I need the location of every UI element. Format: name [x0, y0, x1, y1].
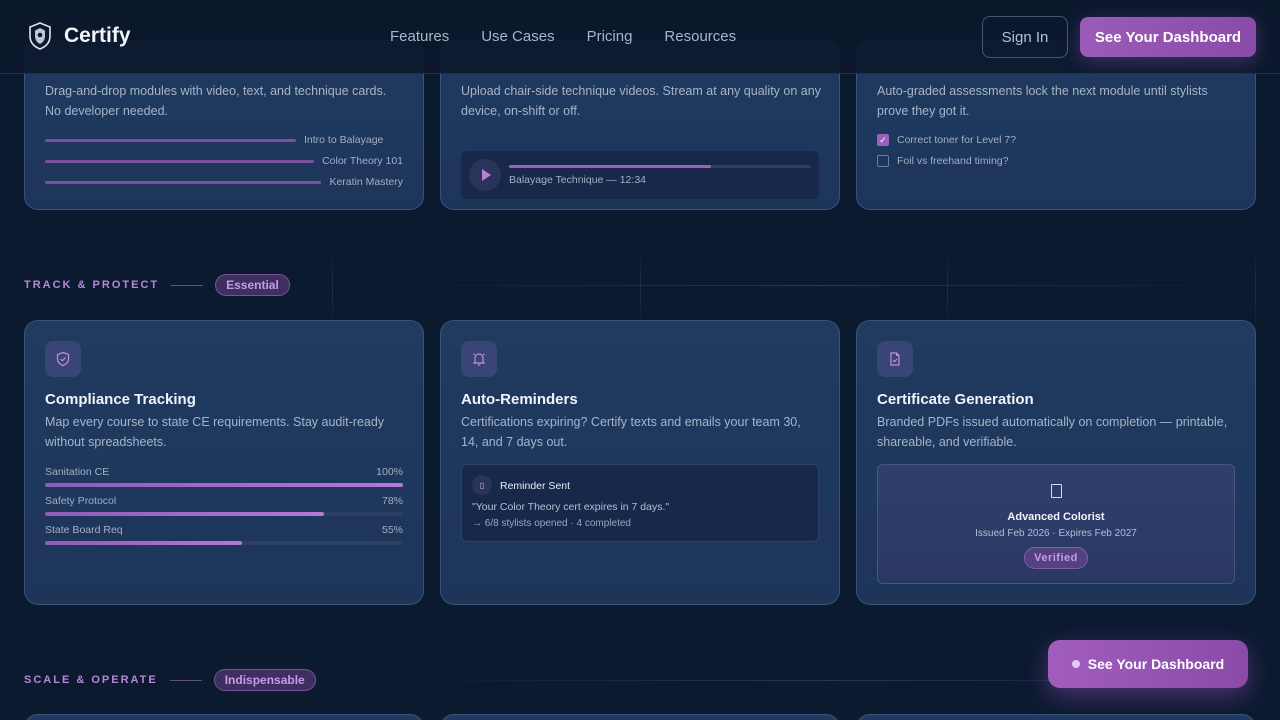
quiz-item-label: Foil vs freehand timing?	[897, 155, 1009, 167]
section-divider	[169, 679, 202, 681]
certificate-name: Advanced Colorist	[1007, 511, 1105, 523]
grid-line	[380, 285, 1260, 286]
section-label: TRACK & PROTECT	[24, 279, 160, 291]
compliance-percent: 55%	[381, 524, 403, 536]
document-check-icon	[877, 341, 913, 377]
top-nav-bar: Certify Features Use Cases Pricing Resou…	[0, 0, 1280, 74]
floating-dashboard-label: See Your Dashboard	[1087, 656, 1225, 672]
section-pill: Indispensable	[213, 669, 316, 691]
card-title: Compliance Tracking	[45, 391, 196, 408]
video-progress-track[interactable]	[509, 165, 811, 168]
reminder-preview: ▯ Reminder Sent "Your Color Theory cert …	[461, 464, 819, 542]
quiz-item-label: Correct toner for Level 7?	[897, 134, 1017, 146]
nav-link-pricing[interactable]: Pricing	[587, 28, 633, 45]
next-card	[440, 714, 840, 720]
floating-dashboard-button[interactable]: See Your Dashboard	[1048, 640, 1248, 688]
section-pill: Essential	[215, 274, 290, 296]
card-description: Certifications expiring? Certify texts a…	[461, 415, 801, 449]
sign-in-button[interactable]: Sign In	[982, 16, 1068, 58]
compliance-fill	[45, 512, 325, 516]
nav-link-use-cases[interactable]: Use Cases	[481, 28, 554, 45]
compliance-row: State Board Req 55%	[45, 524, 403, 545]
next-card	[856, 714, 1256, 720]
status-dot-icon	[1071, 660, 1080, 668]
certificate-dates: Issued Feb 2026 · Expires Feb 2027	[975, 528, 1137, 539]
grid-line	[640, 250, 641, 330]
card-description: Branded PDFs issued automatically on com…	[877, 415, 1228, 449]
compliance-track	[45, 483, 403, 487]
module-row: Intro to Balayage	[45, 133, 403, 147]
verified-badge: Verified	[1024, 547, 1088, 569]
shield-logo-icon	[29, 22, 51, 50]
checkbox-checked[interactable]: ✓	[877, 134, 889, 146]
section-header-scale: SCALE & OPERATE Indispensable	[24, 669, 316, 691]
reminder-stats: → 6/8 stylists opened · 4 completed	[472, 518, 631, 529]
card-description: Upload chair-side technique videos. Stre…	[461, 84, 821, 118]
certificate-icon	[1051, 484, 1062, 498]
quiz-item[interactable]: Foil vs freehand timing?	[877, 155, 1008, 167]
checkbox-unchecked[interactable]	[877, 155, 889, 167]
compliance-card: Compliance Tracking Map every course to …	[24, 320, 424, 605]
compliance-track	[45, 512, 403, 516]
section-label: SCALE & OPERATE	[24, 674, 158, 686]
module-label: Color Theory 101	[322, 155, 403, 167]
grid-line	[947, 250, 948, 330]
module-bar	[45, 138, 296, 142]
compliance-row: Sanitation CE 100%	[45, 466, 403, 487]
certificate-preview: Advanced Colorist Issued Feb 2026 · Expi…	[877, 464, 1235, 584]
module-row: Keratin Mastery	[45, 175, 403, 189]
brand-name: Certify	[64, 24, 131, 47]
card-description: Map every course to state CE requirement…	[45, 415, 385, 449]
compliance-label: State Board Req	[45, 524, 123, 536]
section-divider	[171, 284, 204, 286]
certificate-card: Certificate Generation Branded PDFs issu…	[856, 320, 1256, 605]
reminder-message: "Your Color Theory cert expires in 7 day…	[472, 501, 670, 513]
grid-line	[1255, 250, 1256, 330]
module-label: Keratin Mastery	[329, 176, 403, 188]
nav-link-features[interactable]: Features	[390, 28, 449, 45]
nav-link-resources[interactable]: Resources	[664, 28, 736, 45]
card-title: Auto-Reminders	[461, 391, 578, 408]
section-header-track: TRACK & PROTECT Essential	[24, 274, 290, 296]
next-card	[24, 714, 424, 720]
reminder-title: Reminder Sent	[500, 480, 571, 492]
grid-line	[332, 250, 333, 330]
module-row: Color Theory 101	[45, 154, 403, 168]
video-progress-fill	[509, 165, 712, 168]
main-nav: Features Use Cases Pricing Resources	[390, 28, 736, 45]
compliance-fill	[45, 541, 242, 545]
compliance-row: Safety Protocol 78%	[45, 495, 403, 516]
module-bar	[45, 180, 322, 184]
auto-reminders-card: Auto-Reminders Certifications expiring? …	[440, 320, 840, 605]
play-icon[interactable]	[469, 159, 501, 191]
see-dashboard-button[interactable]: See Your Dashboard	[1080, 17, 1256, 57]
compliance-label: Sanitation CE	[45, 466, 110, 478]
compliance-fill	[45, 483, 403, 487]
video-label: Balayage Technique — 12:34	[509, 174, 646, 186]
card-description: Auto-graded assessments lock the next mo…	[877, 84, 1208, 118]
compliance-percent: 100%	[376, 466, 403, 478]
compliance-label: Safety Protocol	[45, 495, 117, 507]
shield-check-icon	[45, 341, 81, 377]
card-title: Certificate Generation	[877, 391, 1034, 408]
compliance-track	[45, 541, 403, 545]
brand-logo[interactable]: Certify	[28, 22, 131, 50]
phone-icon: ▯	[472, 475, 492, 495]
video-player: Balayage Technique — 12:34	[461, 151, 819, 199]
card-description: Drag-and-drop modules with video, text, …	[45, 84, 387, 118]
module-bar	[45, 159, 315, 163]
compliance-percent: 78%	[381, 495, 403, 507]
bell-icon	[461, 341, 497, 377]
module-label: Intro to Balayage	[304, 134, 384, 146]
quiz-item[interactable]: ✓ Correct toner for Level 7?	[877, 134, 1016, 146]
